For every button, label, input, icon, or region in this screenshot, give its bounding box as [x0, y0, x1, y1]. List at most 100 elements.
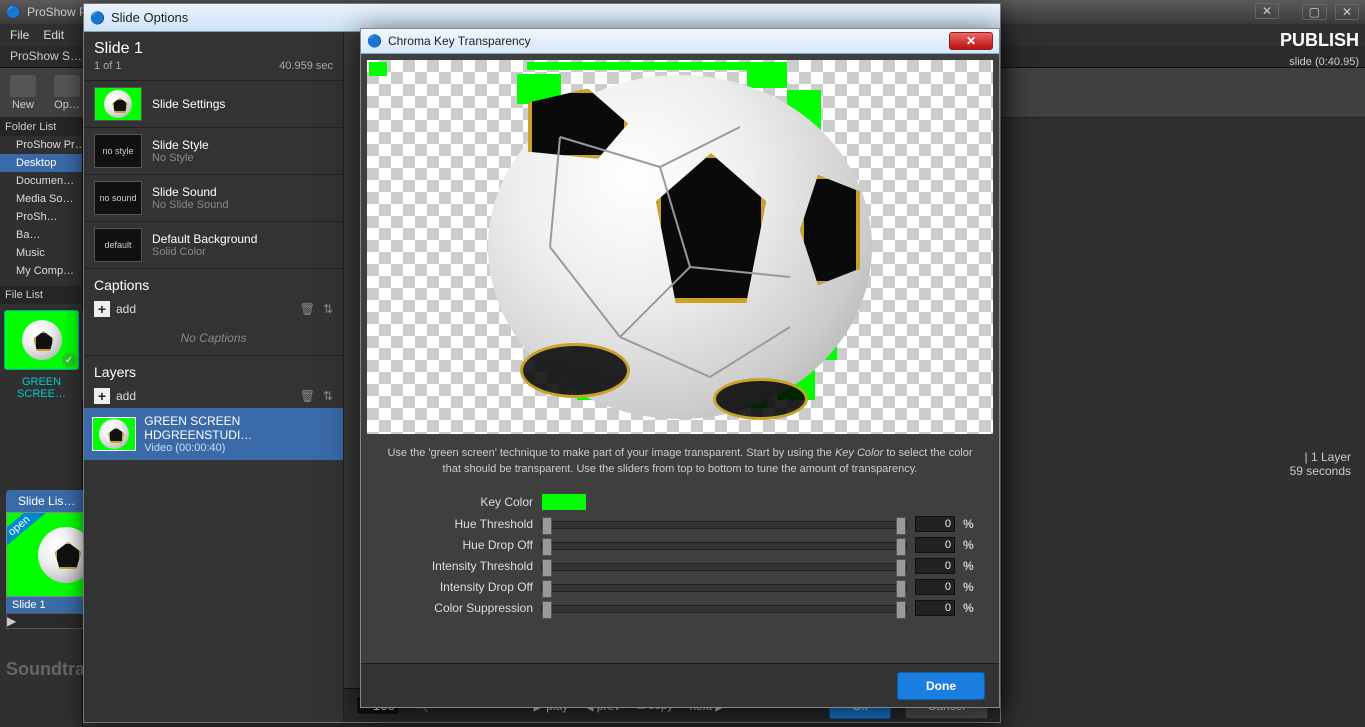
reorder-icon[interactable]: [323, 389, 333, 403]
layer-seconds: 59 seconds: [1290, 464, 1351, 478]
slide-count: 1 of 1: [94, 60, 122, 72]
chroma-footer: Done: [361, 663, 999, 707]
file-label: GREEN SCREE…: [0, 376, 83, 400]
slider-value[interactable]: [915, 558, 955, 574]
chroma-preview[interactable]: [367, 60, 993, 434]
outer-window-controls: ▢ ✕: [1302, 4, 1359, 20]
slider-handle-right[interactable]: [896, 580, 906, 598]
reorder-icon[interactable]: [323, 302, 333, 316]
folder-item[interactable]: Music: [0, 244, 82, 262]
row-thumb: no style: [94, 134, 142, 168]
layer-sub: Video (00:00:40): [144, 442, 335, 454]
slider-handle-left[interactable]: [542, 601, 552, 619]
app-icon: 🔵: [6, 5, 21, 19]
menu-edit[interactable]: Edit: [43, 28, 64, 42]
done-button[interactable]: Done: [897, 672, 985, 700]
folder-item[interactable]: My Comp…: [0, 262, 82, 280]
window-restore-icon[interactable]: ▢: [1302, 4, 1327, 20]
slider-value[interactable]: [915, 600, 955, 616]
folder-item[interactable]: ProShow Pr…: [0, 136, 82, 154]
folder-item[interactable]: Documen…: [0, 172, 82, 190]
row-sub: Solid Color: [152, 246, 257, 258]
captions-header: Captions: [84, 268, 343, 297]
trash-icon[interactable]: [300, 302, 315, 316]
folder-item[interactable]: Desktop: [0, 154, 82, 172]
layer-item[interactable]: GREEN SCREEN HDGREENSTUDI… Video (00:00:…: [84, 408, 343, 460]
file-list-header: File List: [0, 286, 82, 304]
ball-icon: [104, 90, 132, 118]
slider-intensity-threshold: Intensity Threshold%: [383, 558, 977, 574]
slider-track[interactable]: [541, 563, 907, 571]
slider-label: Hue Threshold: [383, 517, 533, 531]
slider-value[interactable]: [915, 579, 955, 595]
window-close-icon[interactable]: ✕: [1335, 4, 1359, 20]
slider-handle-left[interactable]: [542, 517, 552, 535]
slide-settings-row[interactable]: default Default BackgroundSolid Color: [84, 221, 343, 268]
layer-thumb: [92, 417, 136, 451]
slider-label: Intensity Threshold: [383, 559, 533, 573]
folder-item[interactable]: Media So…: [0, 190, 82, 208]
slider-value[interactable]: [915, 516, 955, 532]
slider-label: Hue Drop Off: [383, 538, 533, 552]
slide-options-sidebar: Slide 1 1 of 1 40.959 sec Slide Settings…: [84, 32, 344, 722]
open-icon: [54, 75, 80, 97]
window-title: Slide Options: [111, 10, 188, 25]
key-color-swatch[interactable]: [541, 493, 587, 511]
slider-handle-right[interactable]: [896, 517, 906, 535]
slider-track[interactable]: [541, 584, 907, 592]
row-thumb: no sound: [94, 181, 142, 215]
slider-label: Intensity Drop Off: [383, 580, 533, 594]
folder-item[interactable]: ProSh…: [0, 208, 82, 226]
plus-icon: +: [94, 301, 110, 317]
toolbar-open[interactable]: Op…: [54, 75, 80, 111]
slider-handle-left[interactable]: [542, 538, 552, 556]
slide-header: Slide 1: [84, 32, 343, 60]
slide-settings-row[interactable]: no soundSlide SoundNo Slide Sound: [84, 174, 343, 221]
slider-handle-left[interactable]: [542, 580, 552, 598]
chroma-titlebar[interactable]: 🔵 Chroma Key Transparency ✕: [361, 29, 999, 54]
toolbar-new-label: New: [12, 99, 34, 111]
key-color-label: Key Color: [383, 495, 533, 509]
folder-item[interactable]: Ba…: [0, 226, 82, 244]
dialog-icon: 🔵: [367, 34, 382, 48]
row-thumb: default: [94, 228, 142, 262]
chroma-controls: Key Color Hue Threshold%Hue Drop Off%Int…: [361, 484, 999, 625]
trash-icon[interactable]: [300, 389, 315, 403]
inner-window-close[interactable]: ✕: [1255, 4, 1279, 18]
slider-handle-left[interactable]: [542, 559, 552, 577]
no-captions: No Captions: [84, 321, 343, 355]
slider-unit: %: [963, 559, 977, 573]
slider-track[interactable]: [541, 605, 907, 613]
publish-sub: slide (0:40.95): [1289, 56, 1359, 68]
publish-label[interactable]: PUBLISH: [1280, 30, 1359, 51]
slider-unit: %: [963, 601, 977, 615]
tab-slide-list[interactable]: Slide Lis…: [6, 490, 87, 512]
slider-hue-drop-off: Hue Drop Off%: [383, 537, 977, 553]
layers-header: Layers: [84, 355, 343, 384]
chroma-key-dialog: 🔵 Chroma Key Transparency ✕: [360, 28, 1000, 708]
row-title: Default Background: [152, 232, 257, 246]
timeline-tabs: Slide Lis…: [6, 490, 87, 512]
row-title: Slide Style: [152, 138, 209, 152]
close-button[interactable]: ✕: [949, 32, 993, 50]
add-caption-row[interactable]: + add: [84, 297, 343, 321]
row-title: Slide Settings: [152, 97, 225, 111]
slider-track[interactable]: [541, 542, 907, 550]
slider-handle-right[interactable]: [896, 559, 906, 577]
add-layer-label: add: [116, 389, 136, 403]
key-color-row: Key Color: [383, 493, 977, 511]
slider-value[interactable]: [915, 537, 955, 553]
menu-file[interactable]: File: [10, 28, 29, 42]
tab-proshow[interactable]: ProShow S…: [0, 46, 92, 67]
slide-settings-row[interactable]: no styleSlide StyleNo Style: [84, 127, 343, 174]
slide-settings-row[interactable]: Slide Settings: [84, 80, 343, 127]
file-thumb[interactable]: ✓: [4, 310, 79, 370]
slider-handle-right[interactable]: [896, 538, 906, 556]
row-title: Slide Sound: [152, 185, 228, 199]
add-layer-row[interactable]: + add: [84, 384, 343, 408]
slider-track[interactable]: [541, 521, 907, 529]
slider-handle-right[interactable]: [896, 601, 906, 619]
slider-unit: %: [963, 538, 977, 552]
row-thumb: [94, 87, 142, 121]
toolbar-new[interactable]: New: [10, 75, 36, 111]
